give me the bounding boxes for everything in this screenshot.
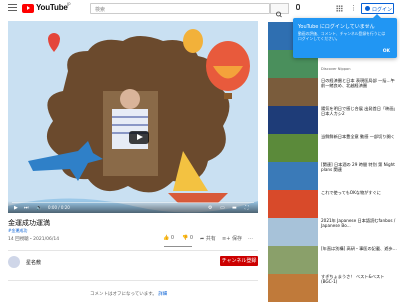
divider xyxy=(8,250,258,251)
channel-avatar[interactable] xyxy=(8,256,20,268)
account-icon xyxy=(365,6,370,11)
details-link[interactable]: 詳細 xyxy=(158,292,167,297)
video-thumbnail[interactable] xyxy=(268,134,318,162)
video-thumbnail[interactable] xyxy=(268,218,318,246)
video-player[interactable] xyxy=(8,21,258,213)
theater-icon[interactable]: ▬ xyxy=(232,205,237,211)
fullscreen-icon[interactable]: ⛶ xyxy=(245,205,249,211)
menu-icon[interactable] xyxy=(8,4,17,12)
progress-bar[interactable] xyxy=(12,202,254,203)
video-meta: 14 回視聴・2021/06/14 xyxy=(8,237,60,242)
video-hashtag[interactable]: #金運成功 xyxy=(8,228,27,234)
time-display: 0:00 / 0:20 xyxy=(48,205,70,210)
login-prompt-popup: YouTube にログインしていません 動画の評価、コメント、チャンネル登録を行… xyxy=(293,14,397,58)
video-thumbnail[interactable] xyxy=(268,162,318,190)
recommendation-item[interactable]: 2021年 Japanese 日本語読むfanbos / Japanese Bo… xyxy=(268,218,398,248)
video-title: 金運成功運満 xyxy=(8,219,50,227)
miniplayer-icon[interactable]: ▭ xyxy=(220,205,225,211)
save-button[interactable]: ≡+ 保存 xyxy=(222,235,242,242)
ok-button[interactable]: OK xyxy=(383,49,390,54)
dislike-count: 0 xyxy=(189,235,194,241)
dislike-button[interactable]: 👎 0 xyxy=(182,235,193,241)
player-controls: ▶ ⏭ 🔈 0:00 / 0:20 ⚙ ▭ ▬ ⛶ xyxy=(8,201,258,213)
recommendation-title[interactable]: これで使ってもOKな物がすぐに xyxy=(321,190,397,195)
youtube-play-icon xyxy=(22,4,34,13)
recommendation-channel[interactable]: Discover Nippon xyxy=(321,67,397,71)
logo-region: JP xyxy=(67,2,71,7)
more-actions-button[interactable]: … xyxy=(248,235,253,241)
apps-grid-icon[interactable] xyxy=(336,5,343,12)
share-button[interactable]: ➦ 共有 xyxy=(200,235,216,242)
channel-name[interactable]: 星名敷 xyxy=(26,259,41,266)
like-ratio-bar xyxy=(164,246,192,247)
login-label: ログイン xyxy=(372,7,393,13)
recommendation-item[interactable]: 当鮮鮮新日本豊全意 動感 一部切り開く xyxy=(268,134,398,164)
save-label: 保存 xyxy=(231,236,242,242)
more-options-icon[interactable]: ⋮ xyxy=(350,4,357,12)
search-input[interactable]: 検索 xyxy=(90,3,270,14)
recommendation-title[interactable]: 陽気を明日で感じ合展 出発首日「映画」日本人カシ2 xyxy=(321,106,397,116)
divider xyxy=(8,280,258,281)
recommendation-title[interactable]: 日の経済圏と日本 表現医局部 一括…午前一緒良め、北越経済圏 xyxy=(321,78,397,88)
share-label: 共有 xyxy=(205,236,216,242)
recommendation-title[interactable]: すぎちょまうさ！ ベスト&ベスト (BGC-1) xyxy=(321,274,397,284)
comments-off-text: コメントはオフになっています。 xyxy=(90,292,157,297)
popup-title: YouTube にログインしていません xyxy=(298,24,375,30)
video-thumbnail[interactable] xyxy=(268,190,318,218)
comments-status: コメントはオフになっています。 詳細 xyxy=(90,291,167,297)
recommendation-item[interactable]: これで使ってもOKな物がすぐに xyxy=(268,190,398,220)
recommendation-title[interactable]: 当鮮鮮新日本豊全意 動感 一部切り開く xyxy=(321,134,397,139)
recommendation-title[interactable]: [関連] 日本酒の 29 時間 特別 第 Night plans 関連 xyxy=(321,162,397,172)
popup-description: 動画の評価、コメント、チャンネル登録を行うには ログインしてください。 xyxy=(298,31,386,41)
video-thumbnail[interactable] xyxy=(268,246,318,274)
top-bar: YouTube JP 検索 ⋮ ログイン xyxy=(0,0,400,18)
recommendation-item[interactable]: 陽気を明日で感じ合展 出発首日「映画」日本人カシ2 xyxy=(268,106,398,136)
video-frame xyxy=(8,21,258,213)
like-button[interactable]: 👍 0 xyxy=(163,235,174,241)
video-thumbnail[interactable] xyxy=(268,106,318,134)
play-button[interactable] xyxy=(129,131,149,144)
subscribe-button[interactable]: チャンネル登録 xyxy=(220,256,258,266)
login-button[interactable]: ログイン xyxy=(361,3,394,14)
search-icon xyxy=(276,11,282,18)
recommendation-item[interactable]: 日の経済圏と日本 表現医局部 一括…午前一緒良め、北越経済圏 xyxy=(268,78,398,108)
like-count: 0 xyxy=(170,235,175,241)
settings-icon[interactable]: ⚙ xyxy=(208,205,212,211)
microphone-icon[interactable] xyxy=(296,4,300,10)
logo-text: YouTube xyxy=(36,3,68,12)
play-control-icon[interactable]: ▶ xyxy=(14,205,18,211)
recommendation-title[interactable]: 2021年 Japanese 日本語読むfanbos / Japanese Bo… xyxy=(321,218,397,228)
recommendation-title[interactable]: [年直は別構] 高研・事医の記載、遊歩… xyxy=(321,246,397,251)
volume-icon[interactable]: 🔈 xyxy=(36,205,42,211)
video-thumbnail[interactable] xyxy=(268,78,318,106)
search-button[interactable] xyxy=(270,3,289,18)
recommendation-item[interactable]: [年直は別構] 高研・事医の記載、遊歩… xyxy=(268,246,398,276)
video-thumbnail[interactable] xyxy=(268,274,318,302)
next-icon[interactable]: ⏭ xyxy=(24,205,29,211)
recommendation-item[interactable]: [関連] 日本酒の 29 時間 特別 第 Night plans 関連 xyxy=(268,162,398,192)
